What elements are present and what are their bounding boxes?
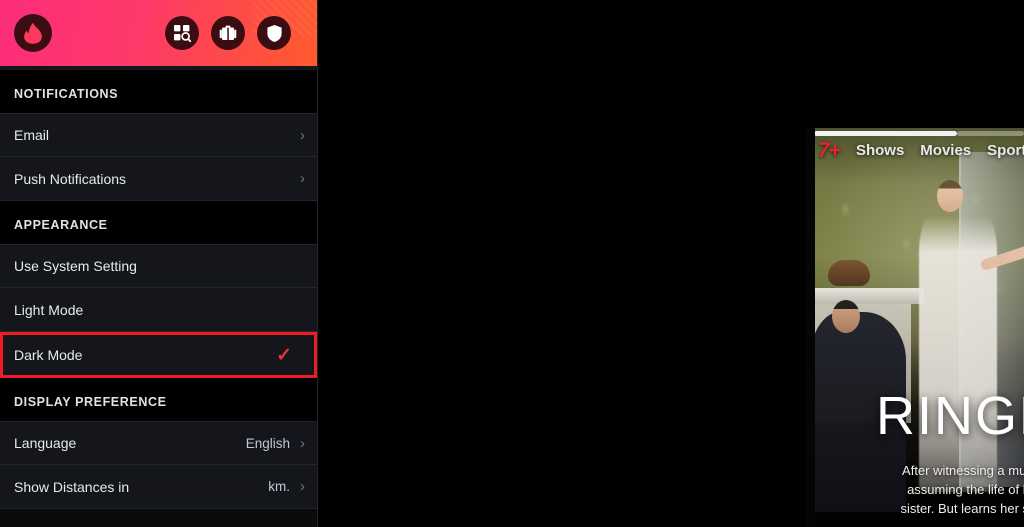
settings-row-label: Dark Mode xyxy=(14,347,83,363)
panel-left-gutter xyxy=(806,128,815,527)
settings-row-trailing: ✓ xyxy=(276,346,302,365)
settings-row-trailing: › xyxy=(300,128,305,143)
hero-title: RINGER xyxy=(876,386,1024,446)
section-header: DISPLAY PREFERENCE xyxy=(0,378,317,421)
chevron-right-icon[interactable]: › xyxy=(300,128,305,143)
shield-icon[interactable] xyxy=(257,16,291,50)
tinder-settings-app: NOTIFICATIONS Email › Push Notifications › AP… xyxy=(0,0,318,527)
settings-row[interactable]: Use System Setting xyxy=(0,244,317,288)
chevron-right-icon[interactable]: › xyxy=(300,479,305,494)
settings-row[interactable]: Light Mode xyxy=(0,288,317,332)
figure-woman-head xyxy=(936,179,963,212)
settings-row-value: English xyxy=(245,435,290,451)
section-header: APPEARANCE xyxy=(0,201,317,244)
settings-row-trailing: English › xyxy=(246,436,305,451)
checkmark-icon: ✓ xyxy=(276,344,292,366)
seven-plus-logo[interactable]: 7+ xyxy=(818,140,841,161)
screen: NOTIFICATIONS Email › Push Notifications › AP… xyxy=(0,0,1024,527)
nav-item-sport[interactable]: Sport xyxy=(987,142,1024,159)
nav-item-movies[interactable]: Movies xyxy=(920,142,971,159)
figure-woman xyxy=(919,191,998,492)
decor-mantel xyxy=(806,287,924,304)
chevron-right-icon[interactable]: › xyxy=(300,171,305,186)
settings-row[interactable]: Push Notifications › xyxy=(0,157,317,201)
settings-row-value: km. xyxy=(268,479,290,494)
settings-row-label: Show Distances in xyxy=(14,478,130,495)
settings-row[interactable]: Email › xyxy=(0,113,317,157)
explore-search-icon[interactable] xyxy=(165,16,199,50)
carousel-progress[interactable] xyxy=(814,131,1024,136)
settings-row-label: Light Mode xyxy=(14,301,84,318)
settings-row-label: Language xyxy=(14,435,77,451)
decor-animal xyxy=(827,259,870,286)
briefcase-icon[interactable] xyxy=(211,16,245,50)
chevron-right-icon[interactable]: › xyxy=(300,436,305,451)
settings-row[interactable]: Show Distances in km. › xyxy=(0,465,317,509)
settings-row-label: Use System Setting xyxy=(14,258,137,274)
seven-plus-navbar: 7+ Shows Movies Sport xyxy=(806,137,1024,163)
seven-plus-app: 7+ Shows Movies Sport RINGER After witne… xyxy=(806,128,1024,527)
nav-item-shows[interactable]: Shows xyxy=(856,142,904,159)
settings-row-trailing: km. › xyxy=(268,479,305,494)
app-header xyxy=(0,0,317,66)
section-header: NOTIFICATIONS xyxy=(0,70,317,113)
tinder-flame-icon[interactable] xyxy=(14,14,52,52)
settings-list: NOTIFICATIONS Email › Push Notifications › AP… xyxy=(0,70,317,509)
carousel-progress-segment[interactable] xyxy=(814,131,957,136)
settings-row-label: Push Notifications xyxy=(14,170,127,187)
settings-row-label: Email xyxy=(14,127,50,143)
settings-row-trailing: › xyxy=(300,171,305,186)
figure-man-head xyxy=(832,299,861,333)
settings-row[interactable]: Language English › xyxy=(0,421,317,465)
hero-description: After witnessing a murder, Bridget g ass… xyxy=(900,463,1024,517)
settings-row[interactable]: Dark Mode ✓ xyxy=(0,332,317,378)
carousel-progress-segment[interactable] xyxy=(956,131,1024,136)
header-actions xyxy=(165,16,291,50)
